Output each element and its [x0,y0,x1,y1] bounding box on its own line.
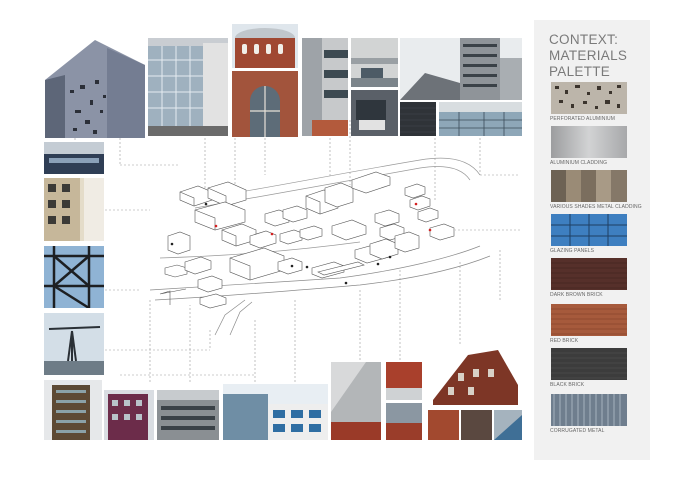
grey-block-photo [302,38,348,136]
swatch-perforated-aluminium [551,82,627,114]
red-brick-photo [428,410,459,440]
palette-title: CONTEXT: MATERIALS PALETTE [549,32,649,80]
swatch-black-brick [551,348,627,380]
swatch-label: DARK BROWN BRICK [550,292,603,298]
swatch-label: GLAZING PANELS [550,248,595,254]
palette-title-line: PALETTE [549,64,611,79]
blue-metal-photo [494,410,522,440]
rotunda-window-photo [232,71,298,137]
swatch-corrugated-metal [551,394,627,426]
brown-block-photo [44,380,102,440]
palette-title-line: MATERIALS [549,48,628,63]
silver-block-photo [351,38,398,87]
purple-block-photo [104,390,154,440]
rotunda-photo [232,24,298,68]
angled-cladding-photo [331,362,381,440]
station-photo [44,142,104,174]
materials-palette-panel: CONTEXT: MATERIALS PALETTE PERFORATED AL… [534,20,650,460]
swatch-glazing-panels [551,214,627,246]
apartment-photo [44,178,104,241]
swatch-dark-brown-brick [551,258,627,290]
swatch-label: RED BRICK [550,338,579,344]
crane-photo [44,313,104,375]
black-brick-photo [400,102,436,136]
perforated-facade-photo [45,40,145,138]
corrugated-photo [386,403,422,440]
crane-drawing [159,288,187,305]
dark-facade-photo [351,90,398,136]
swatch-label: VARIOUS SHADES METAL CLADDING [550,204,642,210]
residential-tower-photo [400,38,522,100]
buildings [164,171,455,309]
palette-title-line: CONTEXT: [549,32,619,47]
swatch-label: PERFORATED ALUMINIUM [550,116,615,122]
brick-corner-photo [386,362,422,400]
swatch-label: BLACK BRICK [550,382,585,388]
glass-office-photo [223,384,328,440]
swatch-metal-cladding [551,170,627,202]
swatch-label: ALUMINIUM CLADDING [550,160,608,166]
glazed-office-photo [148,38,228,136]
swatch-aluminium-cladding [551,126,627,158]
brick-terrace-photo [428,345,522,405]
grey-office-photo [157,390,219,440]
glass-tower-photo [439,102,522,136]
dark-panel-photo [461,410,492,440]
steel-frame-photo [44,246,104,308]
swatch-red-brick [551,304,627,336]
swatch-label: CORRUGATED METAL [550,428,605,434]
